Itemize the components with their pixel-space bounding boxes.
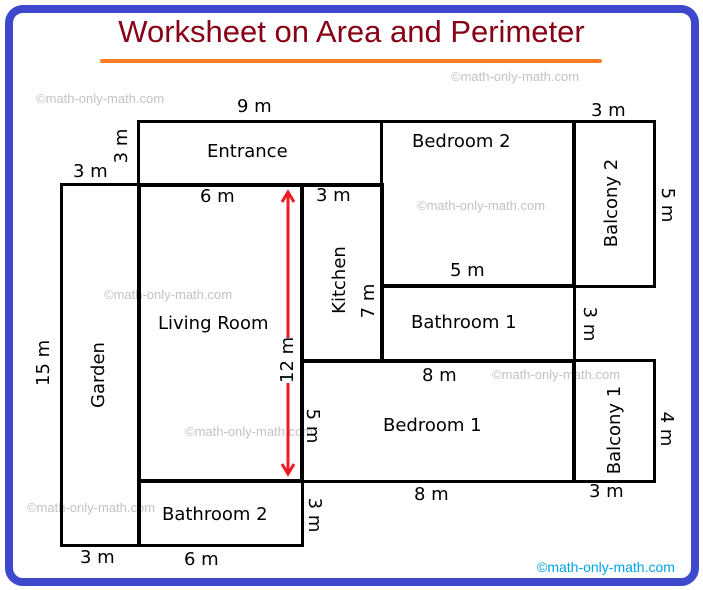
label-entrance: Entrance — [207, 141, 288, 162]
dim-living-height: 12 m — [277, 336, 298, 383]
dim-living-width: 6 m — [200, 186, 235, 207]
label-balcony-1: Balcony 1 — [604, 385, 625, 475]
watermark-footer: ©math-only-math.com — [537, 559, 675, 575]
label-kitchen: Kitchen — [329, 246, 350, 314]
dim-entrance-width: 9 m — [237, 96, 272, 117]
dim-bedroom-1-bottom: 8 m — [414, 484, 449, 505]
label-bedroom-2: Bedroom 2 — [412, 131, 511, 152]
label-balcony-2: Balcony 2 — [601, 158, 622, 248]
dim-garden-bottom: 3 m — [80, 547, 115, 568]
title-underline — [100, 59, 602, 63]
label-bedroom-1: Bedroom 1 — [383, 415, 482, 436]
dim-balcony-1-height: 4 m — [656, 411, 677, 447]
dim-bedroom-2-width: 5 m — [450, 260, 485, 281]
dim-garden-height: 15 m — [33, 339, 54, 386]
dim-balcony-2-height: 5 m — [657, 187, 678, 223]
dim-garden-top: 3 m — [73, 161, 108, 182]
label-bathroom-2: Bathroom 2 — [162, 504, 268, 525]
dim-bathroom-2-width: 6 m — [184, 549, 219, 570]
dim-bathroom-1-height: 3 m — [579, 306, 600, 342]
watermark: ©math-only-math.com — [451, 69, 580, 84]
label-garden: Garden — [88, 342, 109, 408]
dim-bedroom-1-top: 8 m — [422, 365, 457, 386]
dim-bedroom-1-height: 5 m — [302, 408, 323, 444]
dim-kitchen-height: 7 m — [358, 283, 379, 319]
label-living-room: Living Room — [158, 313, 269, 334]
height-arrow — [280, 189, 296, 477]
dim-entrance-height: 3 m — [111, 128, 132, 164]
dim-kitchen-width: 3 m — [316, 185, 351, 206]
dim-balcony-2-width: 3 m — [591, 100, 626, 121]
label-bathroom-1: Bathroom 1 — [411, 312, 517, 333]
worksheet-title: Worksheet on Area and Perimeter — [118, 14, 585, 49]
dim-bathroom-2-height: 3 m — [304, 497, 325, 533]
watermark: ©math-only-math.com — [36, 91, 165, 106]
dim-balcony-1-width: 3 m — [589, 481, 624, 502]
